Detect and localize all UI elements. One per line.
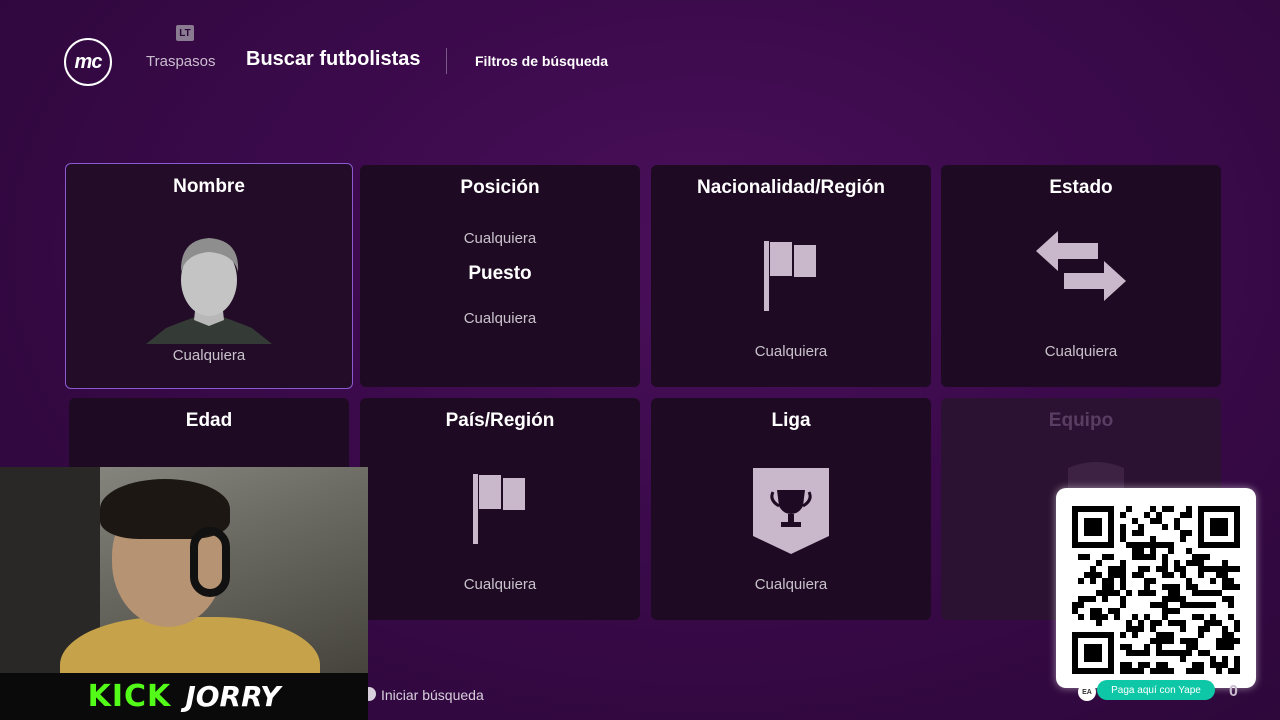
filter-card-estado[interactable]: Estado Cualquiera bbox=[941, 165, 1221, 387]
coins-value: 0 bbox=[1229, 683, 1238, 700]
tab-buscar-futbolistas[interactable]: Buscar futbolistas bbox=[246, 48, 420, 71]
card-title: Estado bbox=[1049, 177, 1113, 198]
filter-card-liga[interactable]: Liga Cualquiera bbox=[651, 398, 931, 620]
streamer-name: JORRY bbox=[185, 680, 281, 713]
kick-logo: KICK bbox=[87, 679, 172, 714]
header-divider bbox=[446, 48, 447, 74]
flag-icon bbox=[764, 241, 816, 311]
mc-logo: mc bbox=[64, 38, 112, 86]
filter-card-nombre[interactable]: Nombre Cualquiera bbox=[65, 163, 353, 389]
yape-pay-label: Paga aquí con Yape bbox=[1097, 680, 1215, 700]
headset-icon bbox=[190, 527, 230, 597]
card-subtitle-puesto: Puesto bbox=[468, 263, 532, 284]
player-silhouette-icon bbox=[146, 238, 272, 344]
filter-card-posicion[interactable]: Posición Cualquiera Puesto Cualquiera bbox=[360, 165, 640, 387]
transfer-arrows-icon bbox=[1036, 231, 1126, 301]
start-search-hint[interactable]: Iniciar búsqueda bbox=[381, 687, 484, 703]
card-title: Liga bbox=[771, 410, 811, 431]
filter-card-pais[interactable]: País/Región Cualquiera bbox=[360, 398, 640, 620]
card-value: Cualquiera bbox=[463, 576, 537, 593]
card-title: Edad bbox=[185, 410, 233, 431]
card-value: Cualquiera bbox=[1044, 343, 1118, 360]
lt-button-icon: LT bbox=[176, 25, 194, 41]
card-value: Cualquiera bbox=[463, 230, 537, 247]
qr-code-icon bbox=[1072, 506, 1240, 674]
tab-traspasos[interactable]: Traspasos bbox=[146, 53, 215, 70]
card-title: Nacionalidad/Región bbox=[697, 177, 885, 198]
ea-icon: EA bbox=[1078, 683, 1096, 701]
tab-filtros-de-busqueda[interactable]: Filtros de búsqueda bbox=[475, 53, 608, 69]
card-title: Posición bbox=[460, 177, 540, 198]
kick-banner: KICK JORRY bbox=[0, 673, 368, 720]
qr-code bbox=[1056, 488, 1256, 688]
card-title: Nombre bbox=[173, 176, 245, 197]
filter-card-nacionalidad[interactable]: Nacionalidad/Región Cualquiera bbox=[651, 165, 931, 387]
card-subvalue: Cualquiera bbox=[463, 310, 537, 327]
flag-icon bbox=[473, 474, 525, 544]
league-trophy-icon bbox=[753, 468, 829, 554]
card-value: Cualquiera bbox=[754, 576, 828, 593]
card-title: País/Región bbox=[445, 410, 555, 431]
card-value: Cualquiera bbox=[754, 343, 828, 360]
card-title: Equipo bbox=[1048, 410, 1114, 431]
card-value: Cualquiera bbox=[172, 347, 246, 364]
